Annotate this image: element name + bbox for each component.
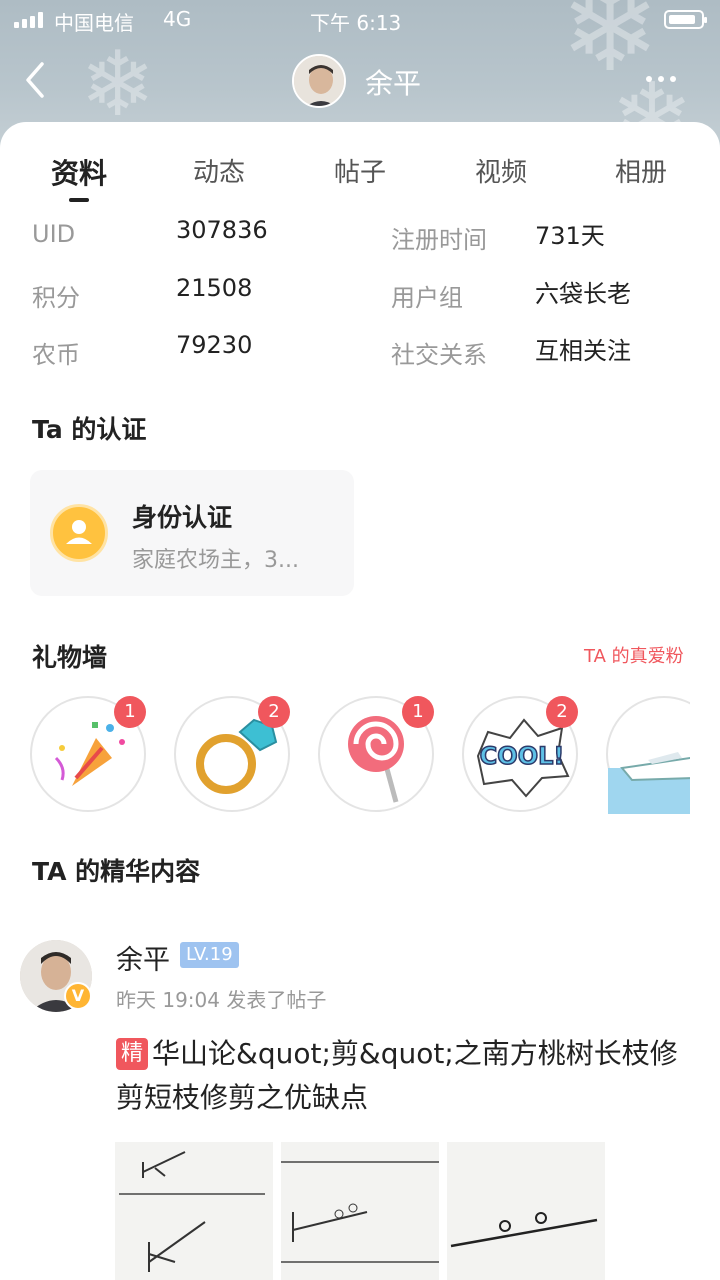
tab-album[interactable]: 相册 <box>591 152 691 189</box>
info-value: 79230 <box>176 331 253 359</box>
signal-icon <box>14 12 43 28</box>
post-image[interactable] <box>115 1142 273 1280</box>
more-button[interactable] <box>646 76 676 82</box>
info-label: UID <box>32 220 76 248</box>
status-bar: 中国电信 4G 下午 6:13 <box>0 0 720 40</box>
post-image[interactable] <box>447 1142 605 1280</box>
gift-item[interactable]: COOL! 2 <box>462 696 578 812</box>
header-avatar[interactable] <box>292 54 346 108</box>
info-value: 307836 <box>176 216 268 244</box>
gift-item[interactable]: 2 <box>174 696 290 812</box>
verified-icon: V <box>64 982 92 1010</box>
post-meta: 昨天 19:04 发表了帖子 <box>116 988 327 1012</box>
yacht-icon <box>608 752 690 814</box>
user-icon <box>50 504 108 562</box>
info-value: 731天 <box>535 222 605 250</box>
info-label: 积分 <box>32 284 80 312</box>
profile-sheet: 资料 动态 帖子 视频 相册 UID 307836 注册时间 731天 积分 2… <box>0 122 720 1280</box>
post-author-name[interactable]: 余平 <box>116 938 170 977</box>
carrier-label: 中国电信 <box>54 11 134 35</box>
gift-count-badge: 1 <box>402 696 434 728</box>
tab-posts[interactable]: 帖子 <box>310 152 410 189</box>
cert-section-title: Ta 的认证 <box>32 415 147 444</box>
info-label: 注册时间 <box>391 226 487 254</box>
gift-count-badge: 2 <box>546 696 578 728</box>
header-username: 余平 <box>365 67 422 100</box>
gift-list: 1 2 1 COOL! 2 <box>30 694 690 814</box>
post-title[interactable]: 精华山论&quot;剪&quot;之南方桃树长枝修剪短枝修剪之优缺点 <box>116 1032 696 1120</box>
level-badge: LV.19 <box>180 942 239 968</box>
tab-profile[interactable]: 资料 <box>29 152 129 192</box>
cert-subtitle: 家庭农场主，3... <box>132 548 299 573</box>
info-label: 社交关系 <box>391 341 487 369</box>
info-value: 互相关注 <box>535 337 631 365</box>
svg-text:COOL!: COOL! <box>480 742 565 770</box>
true-fans-link[interactable]: TA 的真爱粉 <box>584 642 684 668</box>
chevron-left-icon <box>26 62 44 98</box>
more-icon <box>646 76 652 82</box>
cert-title: 身份认证 <box>132 503 233 532</box>
featured-tag: 精 <box>116 1038 148 1070</box>
featured-section-title: TA 的精华内容 <box>32 857 201 886</box>
back-button[interactable] <box>22 60 52 100</box>
gift-section-title: 礼物墙 <box>32 643 108 672</box>
battery-icon <box>664 10 707 29</box>
gift-item[interactable] <box>606 696 690 814</box>
post-title-text: 华山论&quot;剪&quot;之南方桃树长枝修剪短枝修剪之优缺点 <box>116 1037 678 1114</box>
snowflake-decoration: ❄ <box>80 32 156 137</box>
info-label: 农币 <box>32 341 80 369</box>
info-label: 用户组 <box>391 284 463 312</box>
gift-count-badge: 2 <box>258 696 290 728</box>
gift-count-badge: 1 <box>114 696 146 728</box>
tab-indicator <box>69 198 89 202</box>
tab-activity[interactable]: 动态 <box>169 152 269 189</box>
info-value: 21508 <box>176 274 253 302</box>
gift-item[interactable]: 1 <box>30 696 146 812</box>
tab-bar: 资料 动态 帖子 视频 相册 <box>0 152 720 212</box>
identity-cert-card[interactable]: 身份认证 家庭农场主，3... <box>30 470 354 596</box>
gift-item[interactable]: 1 <box>318 696 434 812</box>
info-value: 六袋长老 <box>535 280 631 308</box>
status-time: 下午 6:13 <box>310 11 402 35</box>
post-image[interactable] <box>281 1142 439 1280</box>
tab-videos[interactable]: 视频 <box>451 152 551 189</box>
network-label: 4G <box>163 7 192 31</box>
